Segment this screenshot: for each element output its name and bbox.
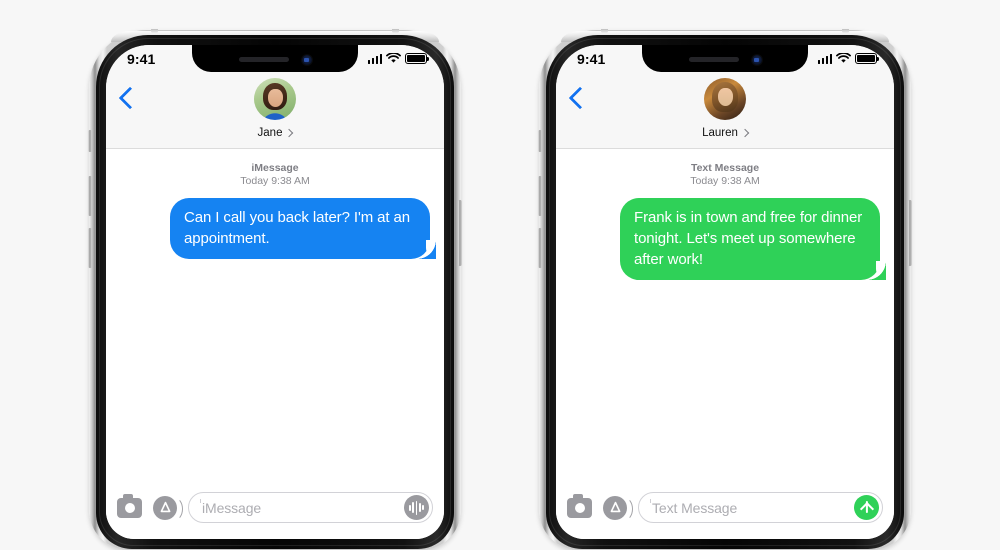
status-indicators	[817, 53, 879, 64]
message-bubble-outgoing[interactable]: Frank is in town and free for dinner ton…	[620, 198, 887, 280]
antenna-seam-right	[392, 29, 399, 33]
conversation-header: Jane	[106, 72, 444, 149]
side-power-button[interactable]	[458, 200, 462, 266]
antenna-seam-left	[601, 29, 608, 33]
contact-detail-button[interactable]: Lauren	[702, 127, 750, 140]
front-camera-icon	[751, 54, 762, 65]
mute-switch[interactable]	[538, 130, 542, 152]
status-time: 9:41	[577, 51, 606, 67]
antenna-seam-right	[842, 29, 849, 33]
service-label: Text Message	[690, 162, 760, 174]
earpiece-speaker-icon	[238, 57, 289, 62]
display-notch	[192, 45, 358, 72]
antenna-seam-left	[151, 29, 158, 33]
thread-timestamp: Today 9:38 AM	[690, 175, 760, 187]
thread-meta: Text Message Today 9:38 AM	[570, 162, 880, 188]
side-power-button[interactable]	[908, 200, 912, 266]
volume-down-button[interactable]	[538, 228, 542, 268]
message-input-placeholder: iMessage	[202, 499, 262, 516]
message-input-toolbar: iMessage	[106, 485, 444, 539]
service-label: iMessage	[251, 162, 299, 174]
message-row: Can I call you back later? I'm at an app…	[120, 198, 437, 259]
send-button[interactable]	[854, 495, 879, 520]
battery-full-icon	[855, 53, 879, 64]
status-time: 9:41	[127, 51, 156, 67]
app-store-icon[interactable]	[153, 495, 183, 521]
contact-avatar-jane[interactable]	[254, 78, 296, 120]
back-chevron-icon[interactable]	[568, 86, 592, 110]
cellular-signal-icon	[367, 53, 382, 64]
device-screen: 9:41 Lauren Text Message Today 9:38 AM F…	[556, 45, 894, 539]
cellular-signal-icon	[817, 53, 832, 64]
battery-full-icon	[405, 53, 429, 64]
message-thread[interactable]: Text Message Today 9:38 AM Frank is in t…	[556, 149, 894, 485]
volume-up-button[interactable]	[538, 176, 542, 216]
wifi-icon	[836, 53, 851, 63]
wifi-icon	[386, 53, 401, 63]
iphone-device-imessage: 9:41 Jane iMessage Today 9:38 AM Can I c…	[88, 29, 462, 550]
status-indicators	[367, 53, 429, 64]
message-row: Frank is in town and free for dinner ton…	[570, 198, 887, 280]
record-audio-button[interactable]	[404, 495, 429, 520]
contact-avatar-lauren[interactable]	[704, 78, 746, 120]
earpiece-speaker-icon	[688, 57, 739, 62]
message-bubble-outgoing[interactable]: Can I call you back later? I'm at an app…	[170, 198, 437, 259]
thread-meta: iMessage Today 9:38 AM	[120, 162, 430, 188]
message-thread[interactable]: iMessage Today 9:38 AM Can I call you ba…	[106, 149, 444, 485]
camera-icon[interactable]	[567, 494, 592, 518]
front-camera-icon	[301, 54, 312, 65]
contact-name: Lauren	[702, 127, 738, 139]
contact-detail-button[interactable]: Jane	[257, 127, 294, 140]
message-input-field[interactable]: iMessage	[188, 492, 433, 523]
message-input-placeholder: Text Message	[652, 499, 738, 516]
device-comparison-stage: 9:41 Jane iMessage Today 9:38 AM Can I c…	[0, 0, 1000, 550]
thread-timestamp: Today 9:38 AM	[240, 175, 310, 187]
message-input-field[interactable]: Text Message	[638, 492, 883, 523]
message-input-toolbar: Text Message	[556, 485, 894, 539]
chevron-right-icon	[740, 129, 750, 138]
conversation-header: Lauren	[556, 72, 894, 149]
iphone-device-sms: 9:41 Lauren Text Message Today 9:38 AM F…	[538, 29, 912, 550]
volume-up-button[interactable]	[88, 176, 92, 216]
chevron-right-icon	[285, 129, 294, 138]
back-chevron-icon[interactable]	[118, 86, 142, 110]
app-store-icon[interactable]	[603, 495, 633, 521]
device-screen: 9:41 Jane iMessage Today 9:38 AM Can I c…	[106, 45, 444, 539]
mute-switch[interactable]	[88, 130, 92, 152]
send-arrow-head-icon	[859, 501, 874, 517]
display-notch	[642, 45, 808, 72]
volume-down-button[interactable]	[88, 228, 92, 268]
contact-name: Jane	[257, 127, 283, 139]
camera-icon[interactable]	[117, 494, 142, 518]
